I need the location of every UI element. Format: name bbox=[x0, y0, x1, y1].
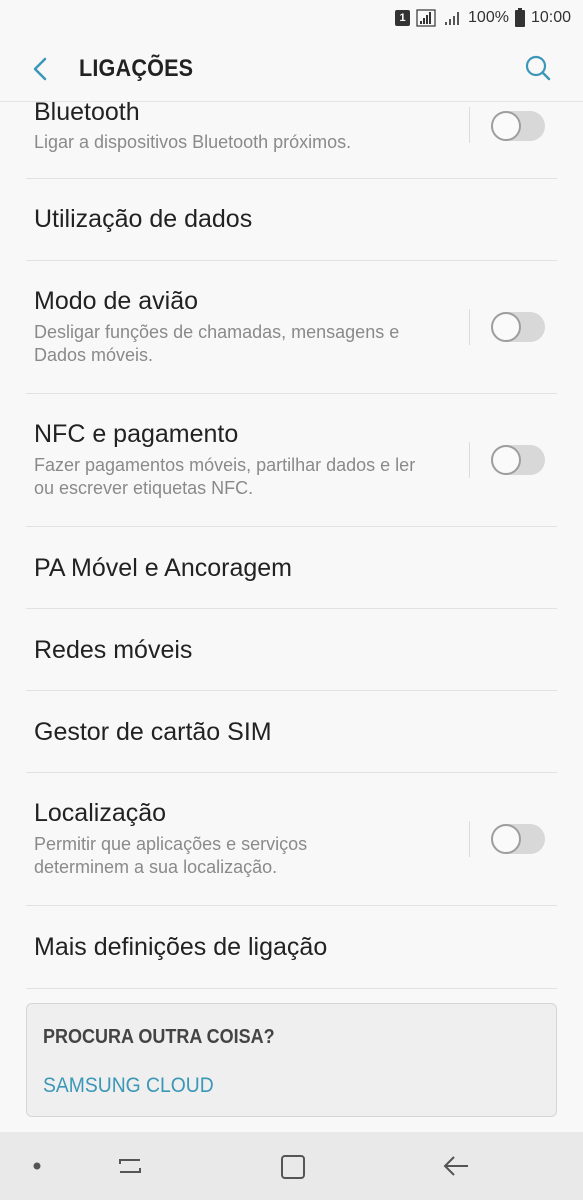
list-item-bluetooth[interactable]: Bluetooth Ligar a dispositivos Bluetooth… bbox=[0, 98, 583, 179]
list-item-data-usage[interactable]: Utilização de dados bbox=[0, 179, 583, 261]
item-title: Gestor de cartão SIM bbox=[34, 718, 272, 746]
item-desc: Desligar funções de chamadas, mensagens … bbox=[34, 322, 400, 365]
airplane-mode-toggle[interactable] bbox=[491, 312, 545, 342]
back-button[interactable] bbox=[26, 54, 54, 84]
list-item-more-settings[interactable]: Mais definições de ligação bbox=[0, 906, 583, 989]
list-item-airplane-mode[interactable]: Modo de avião Desligar funções de chamad… bbox=[0, 261, 583, 394]
toggle-switch[interactable] bbox=[491, 824, 545, 854]
app-header: LIGAÇÕES bbox=[0, 36, 583, 102]
divider bbox=[469, 107, 470, 143]
back-arrow-icon[interactable] bbox=[442, 1154, 470, 1178]
samsung-cloud-link[interactable]: SAMSUNG CLOUD bbox=[43, 1074, 214, 1098]
search-button[interactable] bbox=[523, 53, 553, 83]
item-desc: Ligar a dispositivos Bluetooth próximos. bbox=[34, 132, 352, 152]
recent-apps-icon[interactable] bbox=[116, 1154, 144, 1178]
toggle-knob bbox=[491, 824, 521, 854]
suggestion-card: PROCURA OUTRA COISA? SAMSUNG CLOUD bbox=[26, 1003, 557, 1117]
item-title: Utilização de dados bbox=[34, 205, 253, 233]
dot-icon bbox=[33, 1162, 41, 1170]
card-title: PROCURA OUTRA COISA? bbox=[43, 1026, 275, 1048]
list-item-nfc[interactable]: NFC e pagamento Fazer pagamentos móveis,… bbox=[0, 394, 583, 527]
page-title: LIGAÇÕES bbox=[79, 55, 194, 82]
item-title: NFC e pagamento bbox=[34, 420, 239, 448]
toggle-switch[interactable] bbox=[491, 312, 545, 342]
signal-sim1-icon bbox=[416, 9, 438, 27]
item-title: Bluetooth bbox=[34, 98, 140, 126]
home-icon[interactable] bbox=[280, 1154, 306, 1180]
item-title: Modo de avião bbox=[34, 287, 199, 315]
item-title: PA Móvel e Ancoragem bbox=[34, 554, 293, 582]
bluetooth-toggle[interactable] bbox=[491, 111, 545, 141]
list-item-location[interactable]: Localização Permitir que aplicações e se… bbox=[0, 773, 583, 906]
status-bar: 1 100% 10:00 bbox=[0, 0, 583, 36]
sim-slot-badge: 1 bbox=[395, 10, 411, 26]
battery-percent: 100% bbox=[468, 9, 509, 26]
item-desc: Permitir que aplicações e serviços deter… bbox=[34, 834, 308, 877]
search-icon bbox=[525, 55, 551, 81]
item-title: Redes móveis bbox=[34, 636, 193, 664]
battery-icon bbox=[514, 7, 525, 27]
toggle-switch[interactable] bbox=[491, 445, 545, 475]
nfc-toggle[interactable] bbox=[491, 445, 545, 475]
list-item-mobile-networks[interactable]: Redes móveis bbox=[0, 609, 583, 691]
toggle-knob bbox=[491, 445, 521, 475]
location-toggle[interactable] bbox=[491, 824, 545, 854]
item-title: Mais definições de ligação bbox=[34, 933, 328, 961]
divider bbox=[469, 309, 470, 345]
list-item-sim-manager[interactable]: Gestor de cartão SIM bbox=[0, 691, 583, 773]
divider bbox=[469, 442, 470, 478]
navigation-bar bbox=[0, 1132, 583, 1200]
item-title: Localização bbox=[34, 799, 167, 827]
clock: 10:00 bbox=[530, 9, 571, 26]
toggle-knob bbox=[491, 111, 521, 141]
list-item-hotspot[interactable]: PA Móvel e Ancoragem bbox=[0, 527, 583, 609]
divider bbox=[469, 821, 470, 857]
chevron-left-icon bbox=[33, 57, 47, 81]
toggle-switch[interactable] bbox=[491, 111, 545, 141]
settings-list: Bluetooth Ligar a dispositivos Bluetooth… bbox=[0, 98, 583, 989]
item-desc: Fazer pagamentos móveis, partilhar dados… bbox=[34, 455, 416, 498]
signal-sim2-icon bbox=[444, 10, 462, 26]
toggle-knob bbox=[491, 312, 521, 342]
